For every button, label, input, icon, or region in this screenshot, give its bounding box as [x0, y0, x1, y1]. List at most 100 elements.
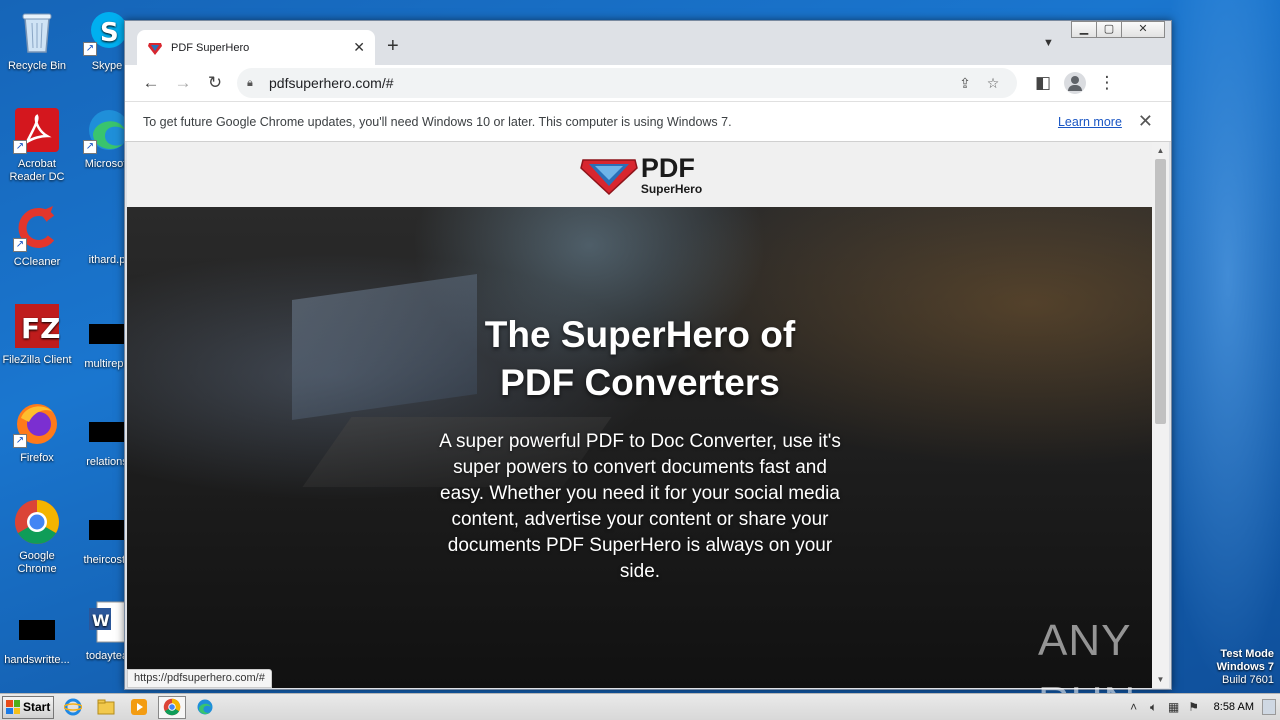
system-tray: ˄ 🔈︎ ▦ ⚑ 8:58 AM: [1124, 694, 1280, 720]
desktop-icon-label: Firefox: [20, 452, 54, 464]
page-viewport: PDF SuperHero The SuperHero of PDF Conve…: [127, 142, 1154, 688]
tab-title: PDF SuperHero: [171, 41, 250, 54]
taskbar: Start ˄ 🔈︎ ▦ ⚑ 8:58 AM: [0, 693, 1280, 720]
maximize-button[interactable]: ▢: [1096, 21, 1122, 38]
desktop-icon-label: todaytea: [85, 650, 129, 662]
menu-kebab-icon[interactable]: ⋮: [1091, 67, 1123, 99]
test-mode-line-2: Windows 7: [1216, 661, 1274, 673]
filezilla-icon: FZ: [13, 302, 61, 350]
file-icon: [89, 324, 125, 344]
hero-section: The SuperHero of PDF Converters A super …: [127, 207, 1154, 688]
tab-search-chevron-down-icon[interactable]: ▼: [1043, 37, 1054, 49]
taskbar-google-chrome[interactable]: [158, 695, 186, 719]
test-mode-line-1: Test Mode: [1220, 648, 1274, 660]
hero-title-line-2: PDF Converters: [500, 362, 780, 403]
scroll-up-arrow-icon[interactable]: ▲: [1152, 142, 1169, 159]
superhero-shield-icon: [579, 158, 638, 195]
desktop-icon-handswritte[interactable]: handswritte...: [0, 606, 74, 667]
taskbar-media-player[interactable]: [125, 696, 153, 719]
acrobat-icon: ↗: [13, 106, 61, 154]
status-bubble: https://pdfsuperhero.com/#: [127, 669, 272, 688]
start-button[interactable]: Start: [2, 695, 54, 719]
folder-icon: [97, 699, 115, 715]
desktop-icon-recycle-bin[interactable]: Recycle Bin: [0, 8, 74, 73]
desktop-icon-filezilla[interactable]: FZ FileZilla Client: [0, 302, 74, 367]
desktop-icon-label: handswritte...: [4, 654, 70, 666]
tab-strip: PDF SuperHero ✕ + ▼ ▁ ▢ ✕: [125, 21, 1171, 65]
profile-button[interactable]: [1059, 67, 1091, 99]
share-icon[interactable]: ⇪: [951, 75, 979, 92]
taskbar-file-explorer[interactable]: [92, 696, 120, 719]
avatar-icon: [1064, 72, 1086, 94]
shortcut-arrow-icon: ↗: [83, 140, 97, 154]
address-url[interactable]: pdfsuperhero.com/#: [269, 75, 951, 91]
desktop-icon-label: Google Chrome: [17, 550, 57, 575]
desktop-icon-google-chrome[interactable]: Google Chrome: [0, 498, 74, 576]
desktop-icon-label: Recycle Bin: [7, 60, 67, 72]
update-infobar: To get future Google Chrome updates, you…: [125, 101, 1171, 142]
hero-description: A super powerful PDF to Doc Converter, u…: [439, 431, 841, 582]
show-hidden-icons-chevron-up-icon[interactable]: ˄: [1124, 700, 1144, 714]
pdf-superhero-favicon-icon: [148, 42, 162, 55]
desktop-icon-label: Microsoft: [84, 158, 130, 170]
forward-arrow-icon[interactable]: →: [167, 67, 199, 99]
recycle-bin-icon: [13, 8, 61, 56]
infobar-close-icon[interactable]: ✕: [1138, 111, 1153, 132]
firefox-icon: ↗: [13, 400, 61, 448]
scrollbar-thumb[interactable]: [1155, 159, 1166, 424]
chrome-icon: [13, 498, 61, 546]
desktop-icon-label: CCleaner: [13, 256, 61, 268]
speaker-icon[interactable]: 🔈︎: [1144, 700, 1164, 715]
svg-text:FZ: FZ: [21, 312, 60, 345]
lock-icon[interactable]: 🔒︎: [247, 77, 261, 90]
desktop-icon-label: Acrobat Reader DC: [9, 158, 65, 183]
action-center-flag-icon[interactable]: ⚑: [1184, 700, 1204, 714]
desktop-icon-label: Skype: [91, 60, 123, 72]
desktop-icon-label: relations: [86, 456, 128, 468]
desktop-icon-label: ithard.p: [88, 254, 126, 266]
back-arrow-icon[interactable]: ←: [135, 67, 167, 99]
hero-title-line-1: The SuperHero of: [484, 314, 796, 355]
clock[interactable]: 8:58 AM: [1214, 701, 1254, 713]
chrome-window: PDF SuperHero ✕ + ▼ ▁ ▢ ✕ ← → ↻ 🔒︎ pdfsu…: [124, 20, 1172, 690]
desktop-icon-firefox[interactable]: ↗ Firefox: [0, 400, 74, 465]
taskbar-microsoft-edge[interactable]: [191, 696, 219, 719]
file-icon: [19, 620, 55, 640]
media-player-icon: [131, 699, 147, 715]
reload-icon[interactable]: ↻: [199, 67, 231, 99]
side-panel-icon[interactable]: ◧: [1027, 67, 1059, 99]
browser-toolbar: ← → ↻ 🔒︎ pdfsuperhero.com/# ⇪ ☆ ◧ ⋮: [125, 65, 1171, 101]
desktop-icon-ccleaner[interactable]: ↗ CCleaner: [0, 204, 74, 269]
logo-pdf-text: PDF: [640, 152, 695, 183]
tab-pdf-superhero[interactable]: PDF SuperHero ✕: [137, 30, 375, 65]
windows-flag-icon: [6, 700, 20, 714]
chrome-icon: [163, 698, 181, 716]
ccleaner-icon: ↗: [13, 204, 61, 252]
new-tab-icon[interactable]: +: [387, 35, 399, 58]
logo-superhero-text: SuperHero: [640, 181, 703, 196]
scroll-down-arrow-icon[interactable]: ▼: [1152, 671, 1169, 688]
desktop-icon-label: multirepo: [84, 358, 130, 370]
desktop-icon-acrobat[interactable]: ↗ Acrobat Reader DC: [0, 106, 74, 184]
site-header: PDF SuperHero: [127, 142, 1154, 207]
tab-close-icon[interactable]: ✕: [353, 39, 365, 56]
test-mode-label: Test Mode Windows 7 Build 7601: [1217, 648, 1274, 687]
test-mode-line-3: Build 7601: [1222, 674, 1274, 686]
learn-more-link[interactable]: Learn more: [1058, 115, 1122, 129]
shortcut-arrow-icon: ↗: [13, 140, 27, 154]
svg-text:W: W: [92, 611, 110, 630]
page-scrollbar[interactable]: ▲ ▼: [1152, 142, 1169, 688]
site-logo[interactable]: PDF SuperHero: [579, 154, 702, 196]
shortcut-arrow-icon: ↗: [13, 238, 27, 252]
shortcut-arrow-icon: ↗: [83, 42, 97, 56]
address-bar[interactable]: 🔒︎ pdfsuperhero.com/# ⇪ ☆: [237, 68, 1017, 98]
show-desktop-button[interactable]: [1262, 699, 1276, 715]
hero-title: The SuperHero of PDF Converters: [390, 311, 890, 407]
minimize-button[interactable]: ▁: [1071, 21, 1097, 38]
bookmark-star-icon[interactable]: ☆: [979, 75, 1007, 92]
file-icon: [89, 422, 125, 442]
desktop-icon-label: FileZilla Client: [2, 354, 72, 366]
taskbar-internet-explorer[interactable]: [59, 696, 87, 719]
network-icon[interactable]: ▦: [1164, 700, 1184, 714]
window-close-button[interactable]: ✕: [1121, 21, 1165, 38]
